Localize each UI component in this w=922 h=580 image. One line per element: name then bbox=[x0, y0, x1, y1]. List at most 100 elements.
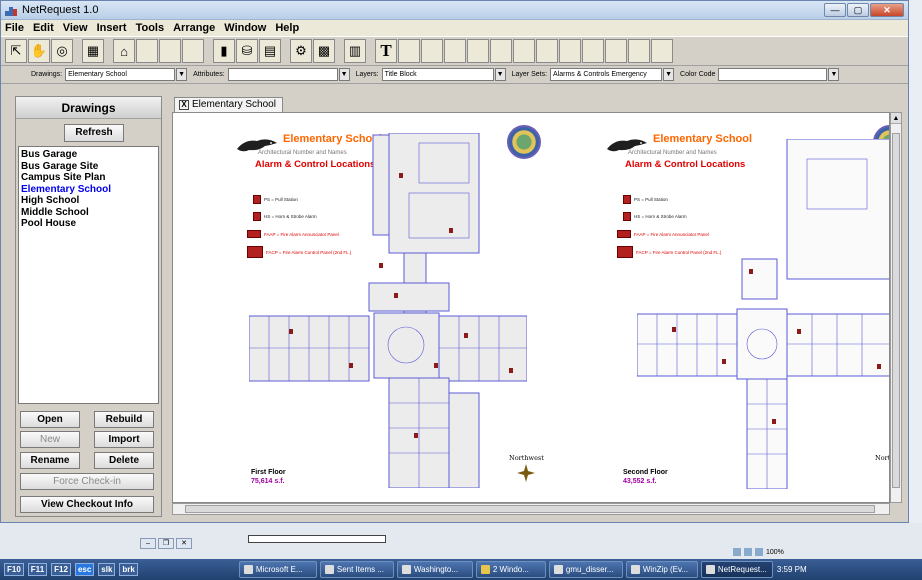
zoom-status: 100% bbox=[733, 548, 784, 556]
chevron-down-icon[interactable]: ▼ bbox=[494, 68, 506, 81]
toolbar-blank-button[interactable] bbox=[182, 39, 204, 63]
scroll-up-icon[interactable]: ▲ bbox=[891, 113, 901, 124]
toolbar-blank-button[interactable] bbox=[398, 39, 420, 63]
app-icon bbox=[5, 5, 18, 16]
taskbar-item[interactable]: Microsoft E... bbox=[238, 561, 317, 578]
delete-button[interactable]: Delete bbox=[94, 452, 154, 469]
list-item[interactable]: Campus Site Plan bbox=[21, 172, 156, 184]
properties-icon[interactable]: ⚙ bbox=[290, 39, 312, 63]
toolbar-blank-button[interactable] bbox=[444, 39, 466, 63]
horizontal-scrollbar[interactable] bbox=[172, 503, 890, 515]
layer-sets-select[interactable]: Alarms & Controls Emergency bbox=[550, 68, 663, 81]
toolbar-blank-button[interactable] bbox=[582, 39, 604, 63]
minimize-button[interactable]: — bbox=[824, 3, 846, 17]
vertical-scroll-thumb[interactable] bbox=[892, 133, 900, 488]
layers-icon[interactable]: ▥ bbox=[344, 39, 366, 63]
menu-arrange[interactable]: Arrange bbox=[173, 22, 215, 34]
view-checkout-info-button[interactable]: View Checkout Info bbox=[20, 496, 154, 513]
taskbar-item[interactable]: Sent Items ... bbox=[319, 561, 394, 578]
close-icon[interactable]: ✕ bbox=[176, 538, 192, 549]
menu-tools[interactable]: Tools bbox=[136, 22, 165, 34]
maximize-button[interactable]: ▢ bbox=[847, 3, 869, 17]
new-button[interactable]: New bbox=[20, 431, 80, 448]
select-pointer-icon[interactable]: ⇱ bbox=[5, 39, 27, 63]
background-input-field[interactable] bbox=[248, 535, 386, 543]
zoom-icon[interactable]: ◎ bbox=[51, 39, 73, 63]
mail-icon bbox=[324, 565, 334, 574]
toolbar-blank-button[interactable] bbox=[651, 39, 673, 63]
f11-key[interactable]: F11 bbox=[27, 563, 48, 576]
menu-file[interactable]: File bbox=[5, 22, 24, 34]
drawing-canvas[interactable]: Elementary School Architectural Number a… bbox=[172, 112, 890, 503]
esc-key[interactable]: esc bbox=[74, 563, 95, 576]
import-button[interactable]: Import bbox=[94, 431, 154, 448]
bar-chart-icon[interactable]: ▮ bbox=[213, 39, 235, 63]
close-button[interactable]: ✕ bbox=[870, 3, 904, 17]
attributes-select[interactable] bbox=[227, 68, 338, 81]
restore-icon[interactable]: ❐ bbox=[158, 538, 174, 549]
rebuild-button[interactable]: Rebuild bbox=[94, 411, 154, 428]
toolbar-blank-button[interactable] bbox=[467, 39, 489, 63]
toolbar-blank-button[interactable] bbox=[628, 39, 650, 63]
color-code-select[interactable] bbox=[718, 68, 828, 81]
minimize-icon[interactable]: – bbox=[140, 538, 156, 549]
grid-icon[interactable]: ▩ bbox=[313, 39, 335, 63]
toolbar-blank-button[interactable] bbox=[159, 39, 181, 63]
view-icon[interactable] bbox=[744, 548, 752, 556]
list-item-selected[interactable]: Elementary School bbox=[21, 184, 156, 196]
taskbar-item[interactable]: Washingto... bbox=[396, 561, 473, 578]
list-item[interactable]: Middle School bbox=[21, 207, 156, 219]
vertical-scrollbar[interactable]: ▲ bbox=[890, 112, 902, 503]
drawings-select[interactable]: Elementary School bbox=[65, 68, 176, 81]
view-icon[interactable] bbox=[755, 548, 763, 556]
force-checkin-button[interactable]: Force Check-in bbox=[20, 473, 154, 490]
toolbar-blank-button[interactable] bbox=[136, 39, 158, 63]
chevron-down-icon[interactable]: ▼ bbox=[338, 68, 350, 81]
f10-key[interactable]: F10 bbox=[4, 563, 24, 576]
netrequest-window: NetRequest 1.0 — ▢ ✕ File Edit View Inse… bbox=[0, 0, 909, 523]
color-code-label: Color Code bbox=[680, 71, 716, 78]
calculator-icon[interactable]: ▦ bbox=[82, 39, 104, 63]
toolbar-blank-button[interactable] bbox=[559, 39, 581, 63]
rename-button[interactable]: Rename bbox=[20, 452, 80, 469]
list-item[interactable]: Bus Garage bbox=[21, 149, 156, 161]
menu-window[interactable]: Window bbox=[224, 22, 266, 34]
brk-key[interactable]: brk bbox=[119, 563, 138, 576]
tab-elementary-school[interactable]: X Elementary School bbox=[174, 97, 283, 112]
taskbar-item[interactable]: gmu_disser... bbox=[548, 561, 623, 578]
list-item[interactable]: Pool House bbox=[21, 218, 156, 230]
layers-select[interactable]: Title Block bbox=[381, 68, 494, 81]
open-button[interactable]: Open bbox=[20, 411, 80, 428]
slk-key[interactable]: slk bbox=[98, 563, 116, 576]
toolbar-blank-button[interactable] bbox=[513, 39, 535, 63]
menu-view[interactable]: View bbox=[63, 22, 88, 34]
toolbar-blank-button[interactable] bbox=[421, 39, 443, 63]
close-tab-icon[interactable]: X bbox=[179, 100, 189, 110]
document-icon[interactable]: ▤ bbox=[259, 39, 281, 63]
chevron-down-icon[interactable]: ▼ bbox=[663, 68, 675, 81]
menu-insert[interactable]: Insert bbox=[97, 22, 127, 34]
browser-icon bbox=[401, 565, 411, 574]
chevron-down-icon[interactable]: ▼ bbox=[176, 68, 188, 81]
floor-area: 43,552 s.f. bbox=[623, 478, 657, 485]
taskbar-item[interactable]: WinZip (Ev... bbox=[625, 561, 698, 578]
pan-hand-icon[interactable]: ✋ bbox=[28, 39, 50, 63]
taskbar-item[interactable]: 2 Windo... bbox=[475, 561, 546, 578]
list-item[interactable]: High School bbox=[21, 195, 156, 207]
toolbar-blank-button[interactable] bbox=[605, 39, 627, 63]
taskbar-item-active[interactable]: NetRequest... bbox=[700, 561, 773, 578]
view-icon[interactable] bbox=[733, 548, 741, 556]
menu-help[interactable]: Help bbox=[275, 22, 299, 34]
toolbar-blank-button[interactable] bbox=[536, 39, 558, 63]
refresh-button[interactable]: Refresh bbox=[64, 124, 124, 142]
toolbar-blank-button[interactable] bbox=[490, 39, 512, 63]
chevron-down-icon[interactable]: ▼ bbox=[828, 68, 840, 81]
horizontal-scroll-thumb[interactable] bbox=[185, 505, 875, 513]
title-bar[interactable]: NetRequest 1.0 — ▢ ✕ bbox=[1, 1, 908, 20]
text-tool-icon[interactable]: T bbox=[375, 39, 397, 63]
home-icon[interactable]: ⌂ bbox=[113, 39, 135, 63]
list-item[interactable]: Bus Garage Site bbox=[21, 161, 156, 173]
database-icon[interactable]: ⛁ bbox=[236, 39, 258, 63]
menu-edit[interactable]: Edit bbox=[33, 22, 54, 34]
f12-key[interactable]: F12 bbox=[51, 563, 71, 576]
